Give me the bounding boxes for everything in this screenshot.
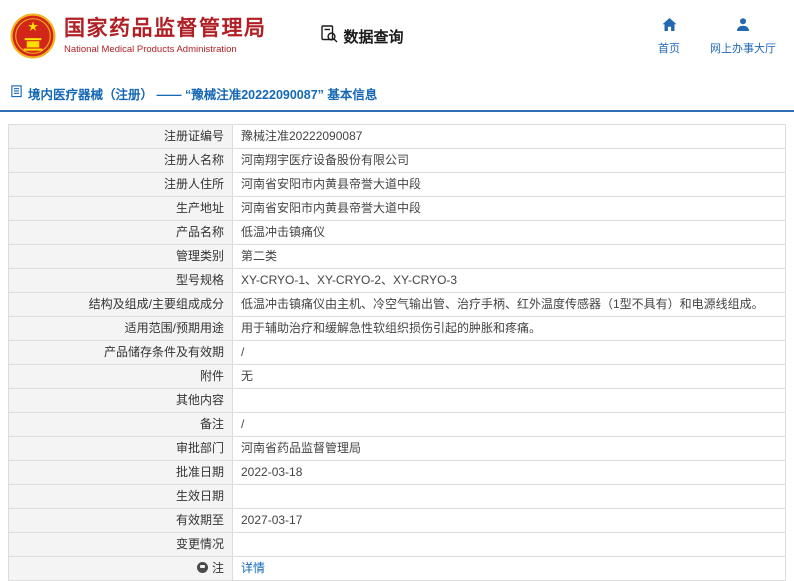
table-row: 变更情况 [8, 532, 786, 557]
row-label: 审批部门 [8, 436, 233, 461]
row-label: 批准日期 [8, 460, 233, 485]
table-row: 有效期至 2027-03-17 [8, 508, 786, 533]
row-value: 河南省药品监督管理局 [232, 436, 786, 461]
row-label: 有效期至 [8, 508, 233, 533]
row-value: 无 [232, 364, 786, 389]
table-row: 型号规格 XY-CRYO-1、XY-CRYO-2、XY-CRYO-3 [8, 268, 786, 293]
table-row: 注册人住所 河南省安阳市内黄县帝誉大道中段 [8, 172, 786, 197]
row-value [232, 484, 786, 509]
note-icon [196, 562, 208, 573]
row-value: 第二类 [232, 244, 786, 269]
row-value: 低温冲击镇痛仪由主机、冷空气输出管、治疗手柄、红外温度传感器（1型不具有）和电源… [232, 292, 786, 317]
brand: 国家药品监督管理局 National Medical Products Admi… [10, 13, 267, 59]
table-row: 备注 / [8, 412, 786, 437]
org-name-en: National Medical Products Administration [64, 44, 237, 56]
info-table: 注册证编号 豫械注准20222090087 注册人名称 河南翔宇医疗设备股份有限公司注… [8, 124, 786, 581]
row-value: / [232, 340, 786, 365]
user-icon [735, 17, 751, 36]
row-label: 产品名称 [8, 220, 233, 245]
row-label: 变更情况 [8, 532, 233, 557]
top-nav: 首页 网上办事大厅 [658, 17, 780, 56]
row-value: 2022-03-18 [232, 460, 786, 485]
table-row: 适用范围/预期用途 用于辅助治疗和缓解急性软组织损伤引起的肿胀和疼痛。 [8, 316, 786, 341]
nav-service-hall[interactable]: 网上办事大厅 [710, 17, 776, 56]
table-row: 结构及组成/主要组成成分 低温冲击镇痛仪由主机、冷空气输出管、治疗手柄、红外温度传… [8, 292, 786, 317]
home-icon [661, 17, 678, 36]
org-name-cn: 国家药品监督管理局 [64, 16, 267, 40]
table-row: 生效日期 [8, 484, 786, 509]
data-query-tab[interactable]: 数据查询 [319, 24, 404, 48]
row-value: 豫械注准20222090087 [232, 124, 786, 149]
row-value: XY-CRYO-1、XY-CRYO-2、XY-CRYO-3 [232, 268, 786, 293]
row-value: 2027-03-17 [232, 508, 786, 533]
row-value: 低温冲击镇痛仪 [232, 220, 786, 245]
table-row: 产品储存条件及有效期 / [8, 340, 786, 365]
row-value: 详情 [232, 556, 786, 581]
table-row: 附件无 [8, 364, 786, 389]
table-row: 批准日期 2022-03-18 [8, 460, 786, 485]
table-row: 产品名称 低温冲击镇痛仪 [8, 220, 786, 245]
data-query-label: 数据查询 [343, 28, 404, 46]
row-label: 注册人住所 [8, 172, 233, 197]
site-header: 国家药品监督管理局 National Medical Products Admi… [0, 0, 794, 72]
table-row: 注详情 [8, 556, 786, 581]
row-value [232, 388, 786, 413]
table-row: 管理类别 第二类 [8, 244, 786, 269]
row-label: 注册人名称 [8, 148, 233, 173]
row-label: 其他内容 [8, 388, 233, 413]
row-value: 河南省安阳市内黄县帝誉大道中段 [232, 196, 786, 221]
row-label: 注 [8, 556, 233, 581]
row-label: 产品储存条件及有效期 [8, 340, 233, 365]
national-emblem-icon [10, 13, 56, 59]
row-label: 型号规格 [8, 268, 233, 293]
row-value: / [232, 412, 786, 437]
nav-service-hall-label: 网上办事大厅 [710, 42, 776, 55]
row-label: 生效日期 [8, 484, 233, 509]
table-row: 其他内容 [8, 388, 786, 413]
brand-text: 国家药品监督管理局 National Medical Products Admi… [64, 17, 267, 55]
row-label: 结构及组成/主要组成成分 [8, 292, 233, 317]
row-label: 注册证编号 [8, 124, 233, 149]
row-label: 附件 [8, 364, 233, 389]
row-value: 用于辅助治疗和缓解急性软组织损伤引起的肿胀和疼痛。 [232, 316, 786, 341]
row-label: 备注 [8, 412, 233, 437]
document-icon [10, 84, 23, 103]
table-wrap: 注册证编号 豫械注准20222090087 注册人名称 河南翔宇医疗设备股份有限公司注… [0, 112, 794, 581]
nav-home[interactable]: 首页 [658, 17, 680, 56]
page-title: 境内医疗器械（注册） —— “豫械注准20222090087” 基本信息 [28, 88, 378, 102]
info-table-body: 注册证编号 豫械注准20222090087 注册人名称 河南翔宇医疗设备股份有限公司注… [8, 124, 786, 581]
row-value: 河南翔宇医疗设备股份有限公司 [232, 148, 786, 173]
table-row: 生产地址 河南省安阳市内黄县帝誉大道中段 [8, 196, 786, 221]
row-label: 管理类别 [8, 244, 233, 269]
row-value: 河南省安阳市内黄县帝誉大道中段 [232, 172, 786, 197]
table-row: 注册人名称 河南翔宇医疗设备股份有限公司 [8, 148, 786, 173]
row-label: 适用范围/预期用途 [8, 316, 233, 341]
table-row: 注册证编号 豫械注准20222090087 [8, 124, 786, 149]
table-row: 审批部门 河南省药品监督管理局 [8, 436, 786, 461]
row-value [232, 532, 786, 557]
breadcrumb: 境内医疗器械（注册） —— “豫械注准20222090087” 基本信息 [0, 72, 794, 112]
row-label: 生产地址 [8, 196, 233, 221]
nav-home-label: 首页 [658, 42, 680, 55]
data-query-icon [319, 24, 339, 48]
detail-link[interactable]: 详情 [241, 561, 265, 575]
